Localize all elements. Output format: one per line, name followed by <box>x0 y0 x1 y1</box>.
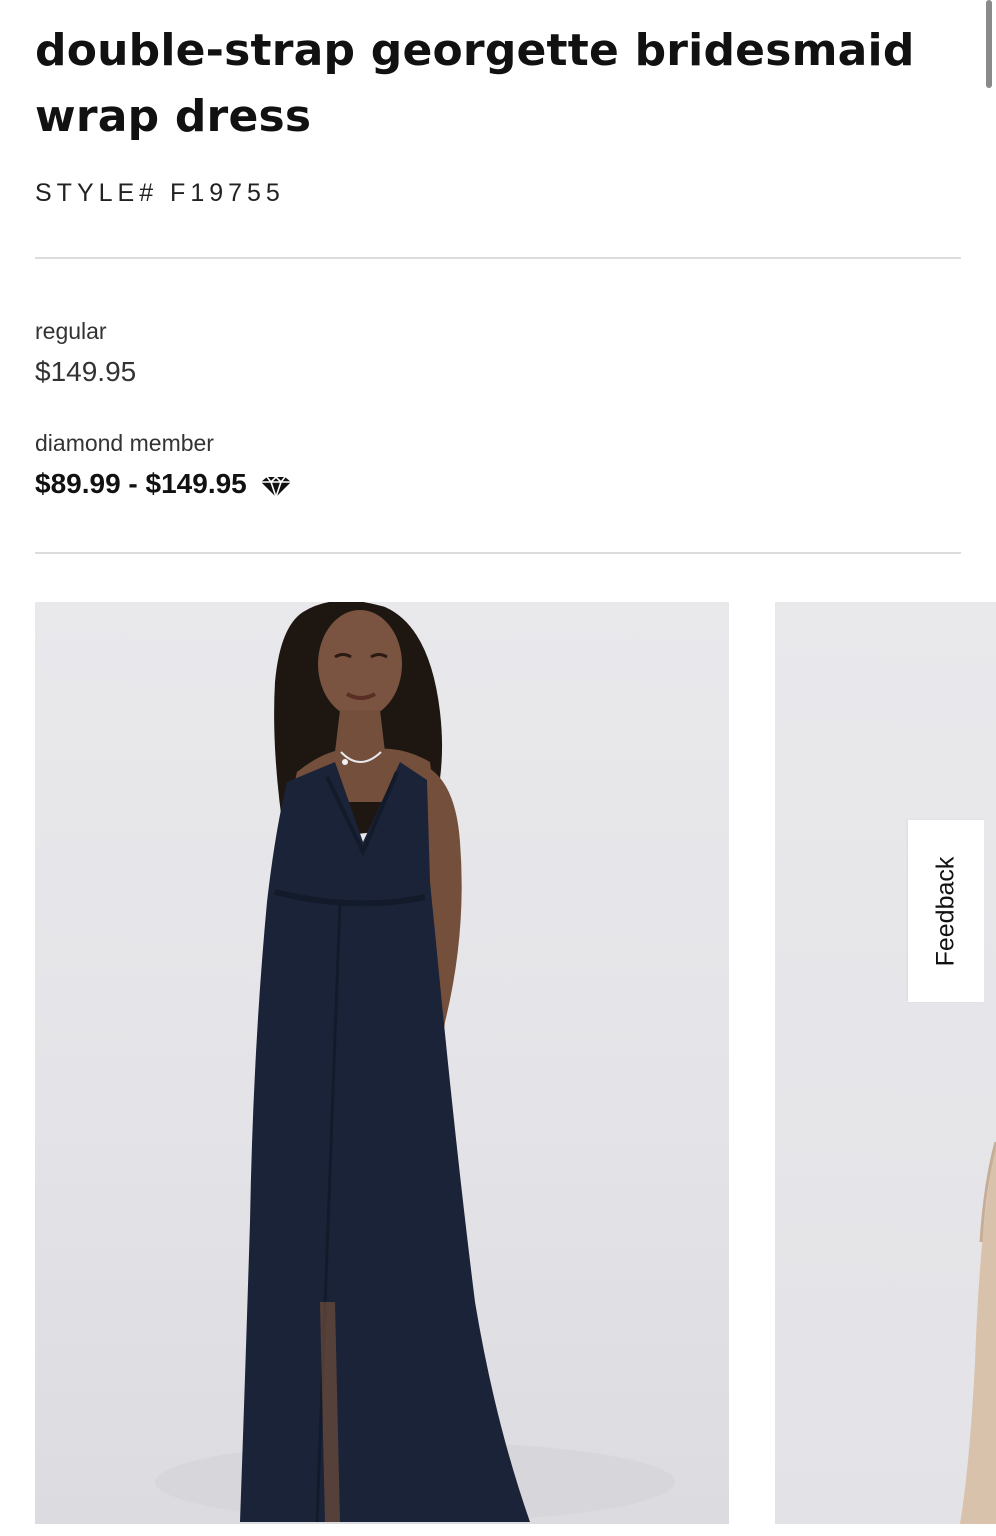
product-page: double-strap georgette bridesmaid wrap d… <box>0 0 996 1536</box>
product-image-main[interactable] <box>35 602 729 1524</box>
regular-price: $149.95 <box>35 356 137 387</box>
regular-price-label: regular <box>35 318 107 344</box>
diamond-icon[interactable] <box>259 473 293 498</box>
feedback-label: Feedback <box>931 856 960 966</box>
style-number: STYLE# F19755 <box>35 179 285 207</box>
member-price-label: diamond member <box>35 430 214 456</box>
model-navy-dress-illustration <box>155 602 675 1523</box>
feedback-button[interactable]: Feedback <box>908 820 984 1002</box>
product-image-next[interactable] <box>775 602 996 1524</box>
scrollbar[interactable] <box>986 0 992 88</box>
divider <box>35 552 961 554</box>
member-price-row: $89.99 - $149.95 <box>35 468 293 500</box>
member-price: $89.99 - $149.95 <box>35 468 247 499</box>
divider <box>35 257 961 259</box>
product-title: double-strap georgette bridesmaid wrap d… <box>35 25 915 142</box>
model-champagne-dress-illustration <box>960 1141 996 1524</box>
